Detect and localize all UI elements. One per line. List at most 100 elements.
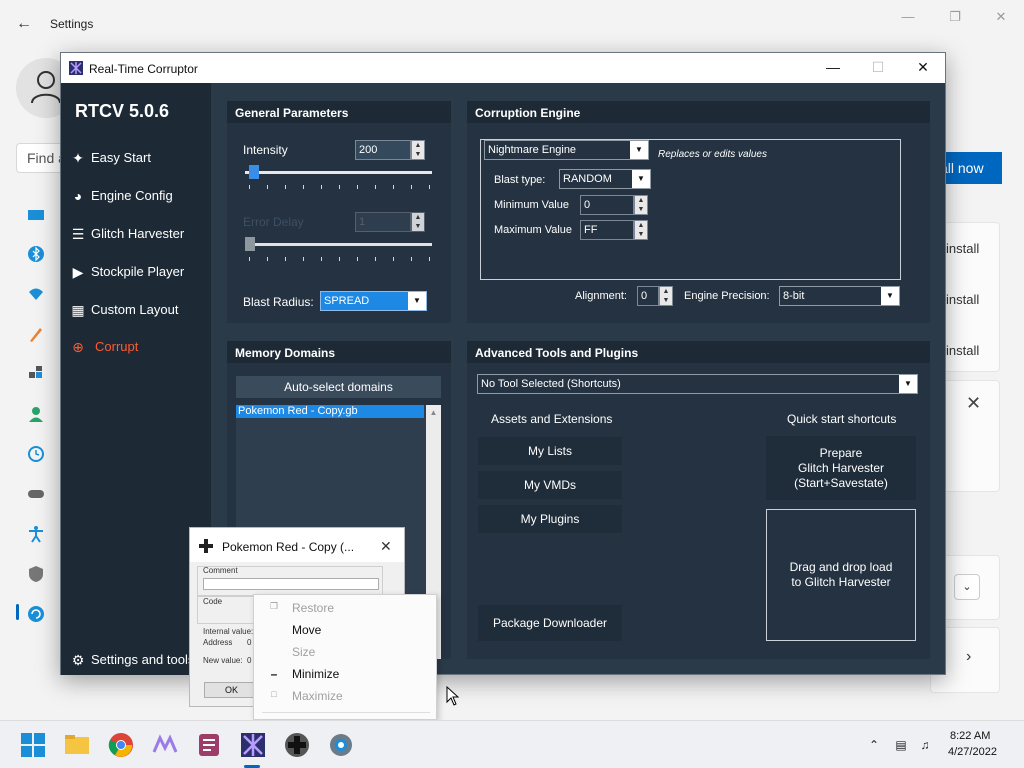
intensity-label: Intensity: [243, 143, 288, 157]
close-icon[interactable]: ✕: [986, 8, 1016, 28]
nav-glitch-harvester[interactable]: ☰ Glitch Harvester: [67, 221, 211, 247]
menu-item-restore[interactable]: ❐ Restore: [254, 598, 438, 620]
chevron-down-icon[interactable]: ⌄: [954, 574, 980, 600]
minimize-icon[interactable]: —: [813, 58, 853, 78]
minimize-icon[interactable]: —: [893, 8, 923, 28]
chevron-right-icon[interactable]: ›: [966, 648, 971, 666]
prepare-glitch-harvester-button[interactable]: Prepare Glitch Harvester (Start+Savestat…: [766, 436, 916, 500]
panel-header: General Parameters: [227, 101, 451, 123]
chevron-down-icon[interactable]: ▼: [881, 287, 899, 305]
menu-item-label: Minimize: [292, 667, 340, 681]
alignment-input[interactable]: 0: [637, 286, 659, 306]
time-language-icon[interactable]: [26, 444, 46, 464]
error-delay-spinner[interactable]: ▲ ▼: [411, 212, 425, 232]
nav-easy-start[interactable]: ✦ Easy Start: [67, 145, 211, 171]
package-downloader-button[interactable]: Package Downloader: [478, 605, 622, 641]
chevron-down-icon[interactable]: ▼: [632, 170, 650, 188]
min-value-spinner[interactable]: ▲ ▼: [634, 195, 648, 215]
nav-custom-layout[interactable]: ▦ Custom Layout: [67, 297, 211, 323]
tool-select-dropdown[interactable]: No Tool Selected (Shortcuts) ▼: [477, 374, 918, 394]
clock-date[interactable]: 4/27/2022: [948, 746, 997, 758]
system-icon[interactable]: [26, 205, 46, 225]
file-explorer-icon[interactable]: [64, 732, 90, 758]
button-line: (Start+Savestate): [794, 476, 888, 490]
my-lists-button[interactable]: My Lists: [478, 437, 622, 465]
windows-update-icon[interactable]: [26, 604, 46, 624]
menu-item-label: Maximize: [292, 689, 343, 703]
apps-icon[interactable]: [26, 364, 46, 384]
scroll-up-icon[interactable]: ▲: [426, 405, 441, 417]
restore-icon[interactable]: ❐: [940, 8, 970, 28]
auto-select-domains-button[interactable]: Auto-select domains: [236, 376, 441, 398]
network-icon[interactable]: [26, 284, 46, 304]
min-value-input[interactable]: 0: [580, 195, 634, 215]
gaming-icon[interactable]: [26, 484, 46, 504]
windows-start-icon[interactable]: [20, 732, 46, 758]
error-delay-slider-track[interactable]: [245, 243, 432, 246]
drag-drop-zone[interactable]: Drag and drop load to Glitch Harvester: [766, 509, 916, 641]
volume-icon[interactable]: ♫: [917, 737, 933, 753]
my-plugins-button[interactable]: My Plugins: [478, 505, 622, 533]
max-value-spinner[interactable]: ▲ ▼: [634, 220, 648, 240]
close-icon[interactable]: ✕: [380, 538, 392, 555]
blast-type-dropdown[interactable]: RANDOM ▼: [559, 169, 651, 189]
chevron-up-icon[interactable]: ⌃: [866, 737, 882, 753]
bluetooth-icon[interactable]: [26, 244, 46, 264]
error-delay-input[interactable]: 1: [355, 212, 411, 232]
error-delay-slider-thumb[interactable]: [245, 237, 255, 251]
maximize-icon[interactable]: ☐: [858, 58, 898, 78]
magic-wand-icon: ✦: [72, 150, 84, 166]
rtc-titlebar[interactable]: Real-Time Corruptor — ☐ ✕: [61, 53, 945, 83]
my-vmds-button[interactable]: My VMDs: [478, 471, 622, 499]
back-arrow-icon[interactable]: ←: [14, 14, 34, 34]
dpad-icon[interactable]: [284, 732, 310, 758]
install-link[interactable]: install: [946, 343, 979, 358]
notepad-icon[interactable]: [196, 732, 222, 758]
slider-tick: [429, 257, 430, 261]
nav-label: Engine Config: [91, 188, 173, 203]
install-link[interactable]: install: [946, 241, 979, 256]
domain-list-item[interactable]: Pokemon Red - Copy.gb: [236, 405, 424, 418]
blast-radius-dropdown[interactable]: SPREAD ▼: [320, 291, 427, 311]
intensity-input[interactable]: 200: [355, 140, 411, 160]
close-icon[interactable]: ✕: [966, 393, 981, 414]
display-icon[interactable]: ▤: [893, 737, 909, 753]
gear-icon: ⚙: [71, 652, 85, 668]
menu-item-move[interactable]: Move: [254, 620, 438, 642]
intensity-slider-track[interactable]: [245, 171, 432, 174]
drop-zone-line: to Glitch Harvester: [791, 575, 891, 589]
install-link[interactable]: install: [946, 292, 979, 307]
menu-item-size[interactable]: Size: [254, 642, 438, 664]
accessibility-icon[interactable]: [26, 524, 46, 544]
intensity-slider-thumb[interactable]: [248, 165, 259, 179]
menu-item-minimize[interactable]: – Minimize: [254, 664, 438, 686]
rtc-taskbar-icon[interactable]: [240, 732, 266, 758]
nav-stockpile-player[interactable]: ▶ Stockpile Player: [67, 259, 211, 285]
nav-corrupt[interactable]: ⊕ Corrupt: [67, 334, 211, 360]
slider-tick: [249, 257, 250, 261]
alignment-spinner[interactable]: ▲ ▼: [659, 286, 673, 306]
engine-dropdown[interactable]: Nightmare Engine ▼: [484, 140, 649, 160]
menu-item-maximize[interactable]: □ Maximize: [254, 686, 438, 708]
comment-field[interactable]: [203, 578, 379, 590]
dialog-titlebar[interactable]: Pokemon Red - Copy (... ✕: [190, 528, 404, 562]
chrome-icon[interactable]: [108, 732, 134, 758]
app-icon[interactable]: [152, 732, 178, 758]
close-icon[interactable]: ✕: [903, 58, 943, 78]
quick-start-header: Quick start shortcuts: [787, 412, 897, 426]
blast-type-label: Blast type:: [494, 174, 546, 186]
max-value-input[interactable]: FF: [580, 220, 634, 240]
settings-gear-icon[interactable]: [328, 732, 354, 758]
chevron-down-icon[interactable]: ▼: [408, 292, 426, 310]
chevron-down-icon[interactable]: ▼: [899, 375, 917, 393]
intensity-spinner[interactable]: ▲ ▼: [411, 140, 425, 160]
address-value: 0: [247, 638, 252, 647]
nav-engine-config[interactable]: ◕ Engine Config: [67, 183, 211, 209]
engine-precision-dropdown[interactable]: 8-bit ▼: [779, 286, 900, 306]
accounts-icon[interactable]: [26, 404, 46, 424]
ok-button[interactable]: OK: [204, 682, 259, 698]
personalization-icon[interactable]: [26, 324, 46, 344]
privacy-security-icon[interactable]: [26, 564, 46, 584]
clock-time[interactable]: 8:22 AM: [950, 730, 990, 742]
chevron-down-icon[interactable]: ▼: [630, 141, 648, 159]
